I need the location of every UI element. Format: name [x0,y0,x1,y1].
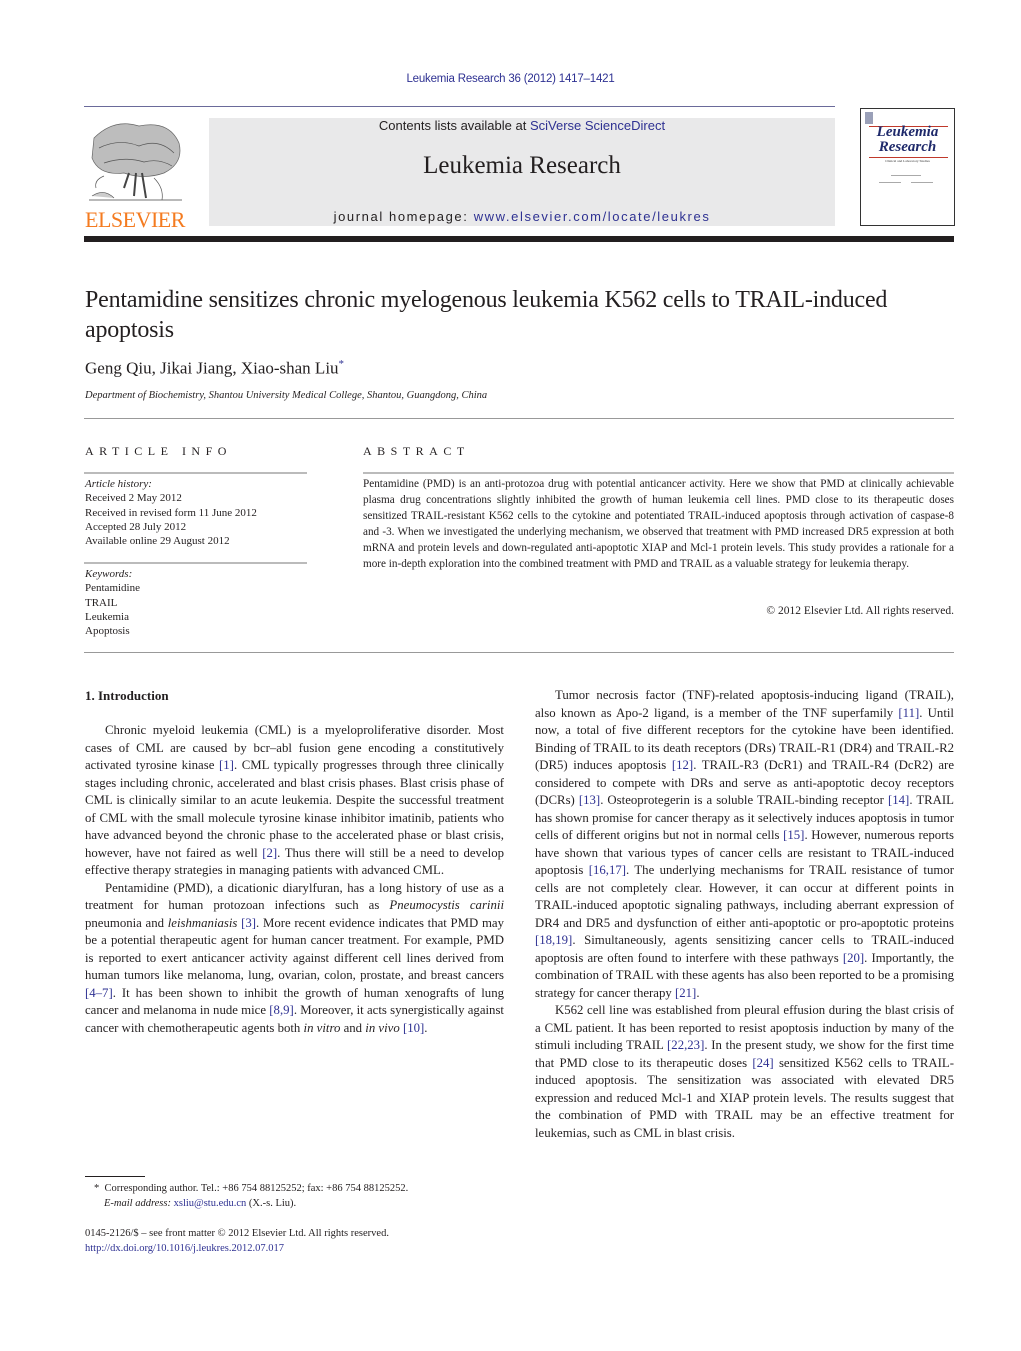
abstract-text: Pentamidine (PMD) is an anti-protozoa dr… [363,478,954,570]
paragraph: Chronic myeloid leukemia (CML) is a myel… [85,722,504,880]
reference-link[interactable]: [3] [241,916,256,930]
homepage-link[interactable]: www.elsevier.com/locate/leukres [474,209,711,224]
sciencedirect-link[interactable]: SciVerse ScienceDirect [530,118,665,133]
footnote-rule [85,1176,145,1177]
cover-subtitle: Clinical and Laboratory Studies [885,159,930,163]
cover-text-line [891,175,921,176]
corresponding-author-footnote: * Corresponding author. Tel.: +86 754 88… [94,1182,408,1211]
history-label: Article history: [85,478,152,490]
journal-cover-thumbnail[interactable]: Leukemia Research Clinical and Laborator… [860,108,955,226]
text-run: . CML typically progresses through three… [85,758,504,860]
email-suffix: (X.-s. Liu). [246,1197,297,1209]
cover-text-line [879,182,901,183]
author-list: Geng Qiu, Jikai Jiang, Xiao-shan Liu* [85,358,344,379]
keyword: Apoptosis [85,625,130,638]
copyright: © 2012 Elsevier Ltd. All rights reserved… [766,605,954,617]
homepage-prefix: journal homepage: [333,209,474,224]
journal-citation[interactable]: Leukemia Research 36 (2012) 1417–1421 [0,73,1021,85]
reference-link[interactable]: [24] [752,1056,773,1070]
header-rule [84,106,835,107]
issn-block: 0145-2126/$ – see front matter © 2012 El… [85,1226,389,1256]
homepage-line: journal homepage: www.elsevier.com/locat… [209,209,835,224]
reference-link[interactable]: [16,17] [589,863,626,877]
reference-link[interactable]: [21] [675,986,696,1000]
paragraph: K562 cell line was established from pleu… [535,1002,954,1142]
abstract-heading: ABSTRACT [363,444,470,458]
italic-term: in vivo [365,1020,400,1035]
reference-link[interactable]: [22,23] [667,1038,704,1052]
cover-emblem-icon [865,112,873,124]
keywords-label: Keywords: [85,568,133,580]
cover-rule-bottom [869,157,948,158]
divider [84,472,307,474]
cover-title-line2: Research [878,139,937,155]
history-item: Available online 29 August 2012 [85,535,230,548]
reference-link[interactable]: [11] [898,706,919,720]
divider [363,472,954,474]
text-run: . [424,1020,428,1035]
keyword: Leukemia [85,610,129,623]
history-item: Accepted 28 July 2012 [85,520,187,533]
elsevier-wordmark: ELSEVIER [85,207,185,232]
reference-link[interactable]: [20] [843,951,864,965]
body-column-right: Tumor necrosis factor (TNF)-related apop… [535,687,954,1142]
reference-link[interactable]: [10] [403,1021,424,1035]
reference-link[interactable]: [8,9] [269,1003,294,1017]
corresponding-author-mark[interactable]: * [339,358,345,370]
footnote-mark: * [94,1183,100,1194]
italic-term: in vitro [303,1020,341,1035]
reference-link[interactable]: [2] [262,846,277,860]
history-item: Received 2 May 2012 [85,492,182,505]
reference-link[interactable]: [18,19] [535,933,572,947]
text-run: . [696,985,700,1000]
journal-name: Leukemia Research [423,152,621,179]
reference-link[interactable]: [4–7] [85,986,113,1000]
reference-link[interactable]: [15] [783,828,804,842]
divider [84,562,307,564]
journal-masthead: Contents lists available at SciVerse Sci… [209,118,835,226]
section-heading-introduction: 1. Introduction [85,688,169,703]
reference-link[interactable]: [12] [672,758,693,772]
article-info-heading: ARTICLE INFO [85,444,232,458]
header-thick-rule [84,236,954,242]
body-column-left: Chronic myeloid leukemia (CML) is a myel… [85,722,504,1037]
cover-text-line [911,182,933,183]
text-run: Tumor necrosis factor (TNF)-related apop… [535,688,954,720]
article-history: Article history: Received 2 May 2012 Rec… [85,477,257,548]
affiliation: Department of Biochemistry, Shantou Univ… [85,390,488,401]
contents-line: Contents lists available at SciVerse Sci… [209,118,835,133]
reference-link[interactable]: [13] [579,793,600,807]
doi-link[interactable]: http://dx.doi.org/10.1016/j.leukres.2012… [85,1241,389,1256]
paragraph: Tumor necrosis factor (TNF)-related apop… [535,687,954,1002]
text-run: pneumonia and [85,915,168,930]
cover-title-line1: Leukemia [876,124,939,140]
text-run: and [340,1020,366,1035]
email-link[interactable]: xsliu@stu.edu.cn [174,1198,247,1209]
divider [84,418,954,419]
italic-term: leishmaniasis [167,915,238,930]
keywords: Keywords: Pentamidine TRAIL Leukemia Apo… [85,567,140,638]
keyword: TRAIL [85,596,118,609]
text-run: . Osteoprotegerin is a soluble TRAIL-bin… [600,793,888,807]
divider [84,652,954,653]
reference-link[interactable]: [14] [888,793,909,807]
reference-link[interactable]: [1] [219,758,234,772]
history-item: Received in revised form 11 June 2012 [85,506,257,519]
article-title: Pentamidine sensitizes chronic myelogeno… [85,287,888,343]
issn-line: 0145-2126/$ – see front matter © 2012 El… [85,1228,389,1239]
italic-term: Pneumocystis carinii [389,898,504,912]
authors-text: Geng Qiu, Jikai Jiang, Xiao-shan Liu [85,358,339,378]
paragraph: Pentamidine (PMD), a dicationic diarylfu… [85,880,504,1038]
email-label: E-mail address: [104,1197,171,1209]
footnote-text: Corresponding author. Tel.: +86 754 8812… [104,1183,409,1194]
keyword: Pentamidine [85,582,140,595]
contents-prefix: Contents lists available at [378,118,530,133]
